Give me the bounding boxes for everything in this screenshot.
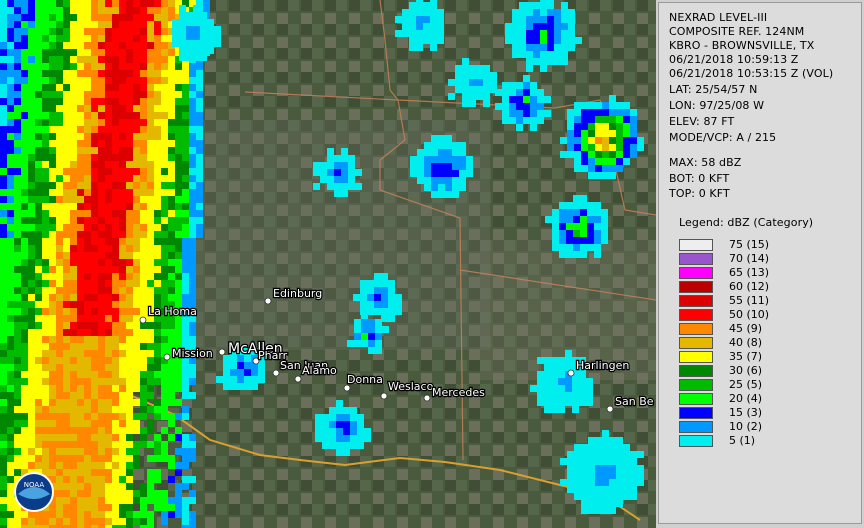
city-label-mercedes: Mercedes: [432, 386, 485, 399]
city-marker-edinburg[interactable]: [264, 297, 272, 305]
volume-time: 06/21/2018 10:53:15 Z (VOL): [669, 67, 834, 80]
radar-map[interactable]: Edinburg La Homa Mission McAllen Pharr San Ju…: [0, 0, 656, 528]
legend-swatch: [679, 351, 713, 363]
legend-label: 5 (1): [729, 434, 756, 447]
noaa-logo: NOAA: [14, 472, 54, 512]
city-marker-mcallen[interactable]: [218, 348, 226, 356]
legend-swatch: [679, 281, 713, 293]
city-marker-san-benito[interactable]: [606, 405, 614, 413]
legend-label: 20 (4): [729, 392, 763, 405]
city-marker-la-homa[interactable]: [139, 316, 147, 324]
legend-swatch: [679, 309, 713, 321]
city-marker-mercedes[interactable]: [423, 394, 431, 402]
legend-swatch: [679, 239, 713, 251]
legend-swatch: [679, 323, 713, 335]
legend-label: 45 (9): [729, 322, 763, 335]
legend-swatch: [679, 435, 713, 447]
legend-label: 40 (8): [729, 336, 763, 349]
legend-swatch: [679, 407, 713, 419]
bottom-height: BOT: 0 KFT: [669, 172, 730, 185]
station-id: KBRO - BROWNSVILLE, TX: [669, 39, 815, 52]
legend-label: 65 (13): [729, 266, 770, 279]
city-label-alamo: Alamo: [302, 364, 337, 377]
legend-swatch: [679, 421, 713, 433]
station-lat: LAT: 25/54/57 N: [669, 83, 758, 96]
city-marker-alamo[interactable]: [294, 375, 302, 383]
station-lon: LON: 97/25/08 W: [669, 99, 765, 112]
legend-label: 75 (15): [729, 238, 770, 251]
legend-swatch: [679, 393, 713, 405]
product-name: NEXRAD LEVEL-III: [669, 11, 768, 24]
max-dbz: MAX: 58 dBZ: [669, 156, 742, 169]
legend-label: 55 (11): [729, 294, 770, 307]
city-marker-harlingen[interactable]: [567, 369, 575, 377]
legend-label: 60 (12): [729, 280, 770, 293]
noaa-logo-text: NOAA: [24, 481, 45, 489]
city-label-la-homa: La Homa: [148, 305, 197, 318]
city-label-mission: Mission: [172, 347, 213, 360]
legend-label: 30 (6): [729, 364, 763, 377]
city-label-edinburg: Edinburg: [273, 287, 322, 300]
legend-label: 25 (5): [729, 378, 763, 391]
city-marker-mission[interactable]: [163, 353, 171, 361]
city-label-harlingen: Harlingen: [576, 359, 629, 372]
city-marker-san-juan[interactable]: [272, 369, 280, 377]
legend-swatch: [679, 295, 713, 307]
legend-swatch: [679, 337, 713, 349]
station-elev: ELEV: 87 FT: [669, 115, 735, 128]
legend-label: 10 (2): [729, 420, 763, 433]
city-label-donna: Donna: [347, 373, 383, 386]
legend-label: 35 (7): [729, 350, 763, 363]
legend-swatch: [679, 267, 713, 279]
product-type: COMPOSITE REF. 124NM: [669, 25, 805, 38]
legend-swatch: [679, 379, 713, 391]
scan-time: 06/21/2018 10:59:13 Z: [669, 53, 799, 66]
info-panel: NEXRAD LEVEL-III COMPOSITE REF. 124NM KBRO…: [658, 2, 862, 524]
legend-swatch: [679, 365, 713, 377]
legend-label: 15 (3): [729, 406, 763, 419]
legend-swatch: [679, 253, 713, 265]
city-marker-weslaco[interactable]: [380, 392, 388, 400]
city-label-weslaco: Weslaco: [388, 380, 434, 393]
legend-label: 70 (14): [729, 252, 770, 265]
city-label-san-benito: San Be: [615, 395, 654, 408]
legend-label: 50 (10): [729, 308, 770, 321]
top-height: TOP: 0 KFT: [669, 187, 730, 200]
mode-vcp: MODE/VCP: A / 215: [669, 131, 777, 144]
legend-title: Legend: dBZ (Category): [679, 216, 814, 229]
